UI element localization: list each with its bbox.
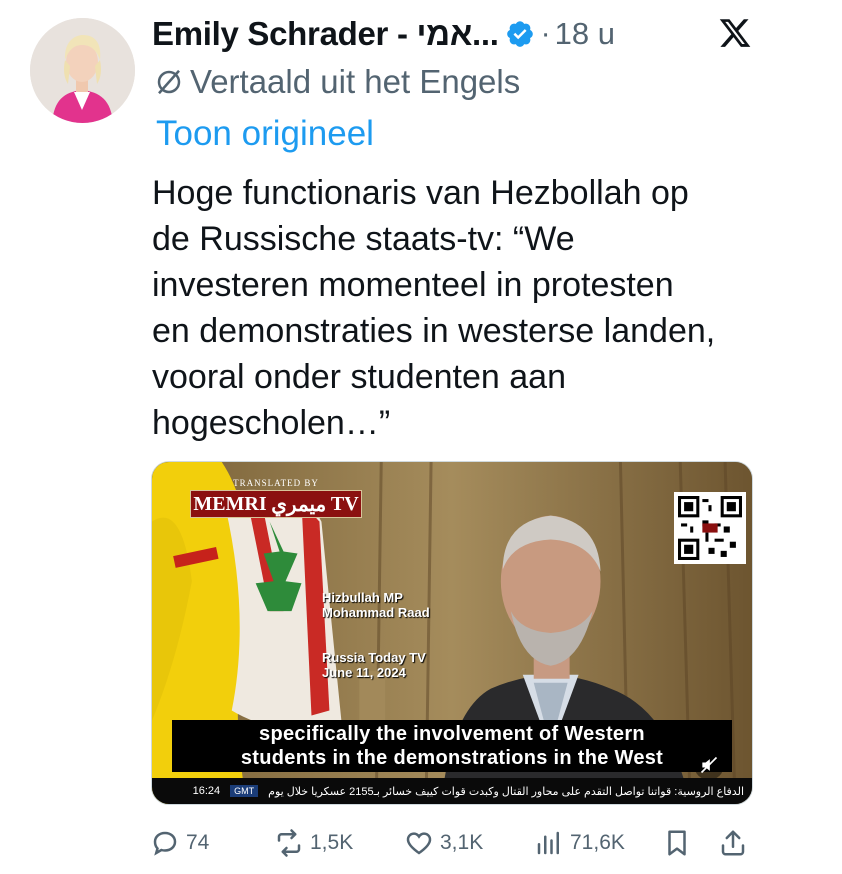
like-button[interactable]: 3,1K [404,822,483,864]
news-ticker: 16:24 GMT الدفاع الروسية: قواتنا تواصل ا… [152,778,752,804]
repost-button[interactable]: 1,5K [274,822,353,864]
tweet-text: Hoge functionaris van Hezbollah op de Ru… [152,174,716,442]
tweet-timestamp[interactable]: 18 u [555,16,615,52]
video-player[interactable]: TRANSLATED BY MEMRI ميمري TV Hizbullah M… [151,461,753,805]
repost-icon [277,829,301,857]
subtitle-line-2: students in the demonstrations in the We… [240,747,664,769]
ticker-zone: GMT [230,785,259,797]
repost-count: 1,5K [310,831,354,854]
author-avatar[interactable] [30,18,135,123]
memri-arabic-text: ميمري [271,493,327,516]
reply-count: 74 [186,831,210,854]
like-count: 3,1K [440,831,484,854]
ticker-time: 16:24 [192,785,221,797]
speaker-role: Hizbullah MP [322,590,403,605]
bookmark-icon [668,830,686,856]
show-original-link[interactable]: Toon origineel [156,114,374,154]
qr-code-icon [674,492,746,564]
translated-by-text: TRANSLATED BY [233,478,319,488]
memri-logo: TRANSLATED BY MEMRI ميمري TV [190,478,362,518]
ticker-text: الدفاع الروسية: قواتنا تواصل التقدم على … [268,785,744,798]
tweet-header: Emily Schrader - אמי... · 18 u [152,12,615,56]
separator-dot: · [540,17,551,50]
mute-icon[interactable] [694,750,724,780]
translation-notice: Vertaald uit het Engels [154,62,520,102]
broadcast-source: Russia Today TV [322,650,426,665]
tweet-actions: 74 1,5K 3,1K 71,6K [150,822,760,864]
translation-label: Vertaald uit het Engels [190,63,521,100]
view-count: 71,6K [570,831,625,854]
views-icon [537,831,559,855]
views-button[interactable]: 71,6K [534,822,625,864]
subtitle-line-1: specifically the involvement of Western [259,723,645,745]
speaker-caption: Hizbullah MP Mohammad Raad Russia Today … [322,590,430,680]
speaker-name: Mohammad Raad [322,605,430,620]
broadcast-date: June 11, 2024 [322,665,406,680]
memri-bar: MEMRI ميمري TV [190,490,362,518]
share-icon [721,830,745,856]
translate-icon [154,67,184,97]
memri-text: MEMRI [193,492,267,515]
share-button[interactable] [718,822,754,864]
x-logo-icon[interactable] [718,16,752,50]
video-subtitle: specifically the involvement of Western … [172,720,732,772]
heart-icon [406,832,432,855]
memri-tv-text: TV [330,492,359,515]
bookmark-button[interactable] [662,822,698,864]
reply-icon [153,831,177,856]
author-name[interactable]: Emily Schrader - אמי... [152,15,499,53]
verified-badge-icon [505,19,535,49]
reply-button[interactable]: 74 [150,822,209,864]
